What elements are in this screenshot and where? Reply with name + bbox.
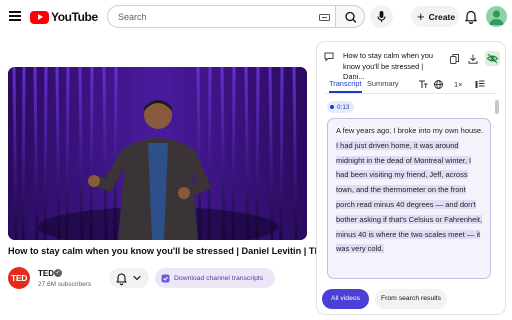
text-size-icon[interactable] — [418, 80, 428, 89]
transcript-scrollbar[interactable] — [495, 100, 499, 114]
transcript-panel: How to stay calm when you know you'll be… — [316, 41, 506, 315]
search-icon — [345, 11, 357, 23]
notifications-dropdown-button[interactable] — [109, 268, 149, 288]
from-search-results-button[interactable]: From search results — [375, 289, 447, 309]
playing-dot-icon — [330, 105, 334, 109]
search-input[interactable] — [118, 10, 308, 24]
tab-summary[interactable]: Summary — [367, 79, 399, 88]
transcript-segment[interactable]: A few years ago, I broke into my own hou… — [327, 118, 491, 279]
notifications-bell-icon[interactable] — [464, 9, 478, 24]
tab-divider — [325, 93, 497, 94]
microphone-icon — [377, 11, 386, 22]
video-title: How to stay calm when you know you'll be… — [8, 246, 328, 256]
voice-search-button[interactable] — [370, 5, 393, 28]
masthead: YouTube + Create — [0, 0, 512, 34]
extension-logo-icon — [324, 52, 334, 62]
language-globe-icon[interactable] — [434, 80, 443, 89]
video-player[interactable] — [8, 67, 307, 240]
panel-video-title: How to stay calm when you know you'll be… — [343, 51, 433, 81]
play-logo-icon — [30, 10, 49, 24]
follow-along-icon[interactable] — [475, 80, 485, 89]
copy-icon[interactable] — [450, 54, 459, 64]
all-videos-button[interactable]: All videos — [322, 289, 369, 309]
logo-text: YouTube — [51, 10, 98, 24]
search-box — [107, 5, 335, 28]
transcript-text-plain: A few years ago, I broke into my own hou… — [336, 126, 484, 135]
channel-name[interactable]: TED — [38, 269, 54, 278]
keyboard-icon[interactable] — [319, 14, 330, 21]
search-button[interactable] — [335, 5, 365, 28]
download-transcripts-label: Download channel transcripts — [174, 274, 264, 282]
extension-logo-icon — [161, 274, 170, 282]
transcript-text-highlighted: I had just driven home, it was around mi… — [336, 140, 483, 254]
subscriber-count: 27.6M subscribers — [38, 281, 92, 288]
channel-avatar[interactable]: TED — [8, 267, 30, 289]
hide-panel-button[interactable] — [485, 51, 500, 66]
transcript-text: A few years ago, I broke into my own hou… — [336, 124, 484, 257]
create-label: Create — [428, 11, 456, 22]
timestamp-text: 0:13 — [337, 103, 350, 111]
eye-off-icon — [486, 53, 499, 64]
tab-transcript[interactable]: Transcript — [329, 79, 362, 88]
video-frame — [8, 67, 307, 240]
download-icon[interactable] — [468, 54, 478, 64]
create-button[interactable]: + Create — [411, 6, 459, 27]
user-icon — [489, 10, 504, 25]
menu-icon[interactable] — [9, 11, 21, 21]
playback-speed[interactable]: 1× — [454, 80, 462, 89]
timestamp-chip[interactable]: 0:13 — [327, 101, 354, 113]
bell-icon — [116, 273, 141, 286]
account-avatar[interactable] — [486, 6, 507, 27]
verified-badge-icon: ✓ — [54, 269, 62, 277]
youtube-logo[interactable]: YouTube — [30, 10, 98, 24]
plus-icon: + — [417, 9, 425, 24]
download-channel-transcripts-button[interactable]: Download channel transcripts — [155, 268, 275, 288]
